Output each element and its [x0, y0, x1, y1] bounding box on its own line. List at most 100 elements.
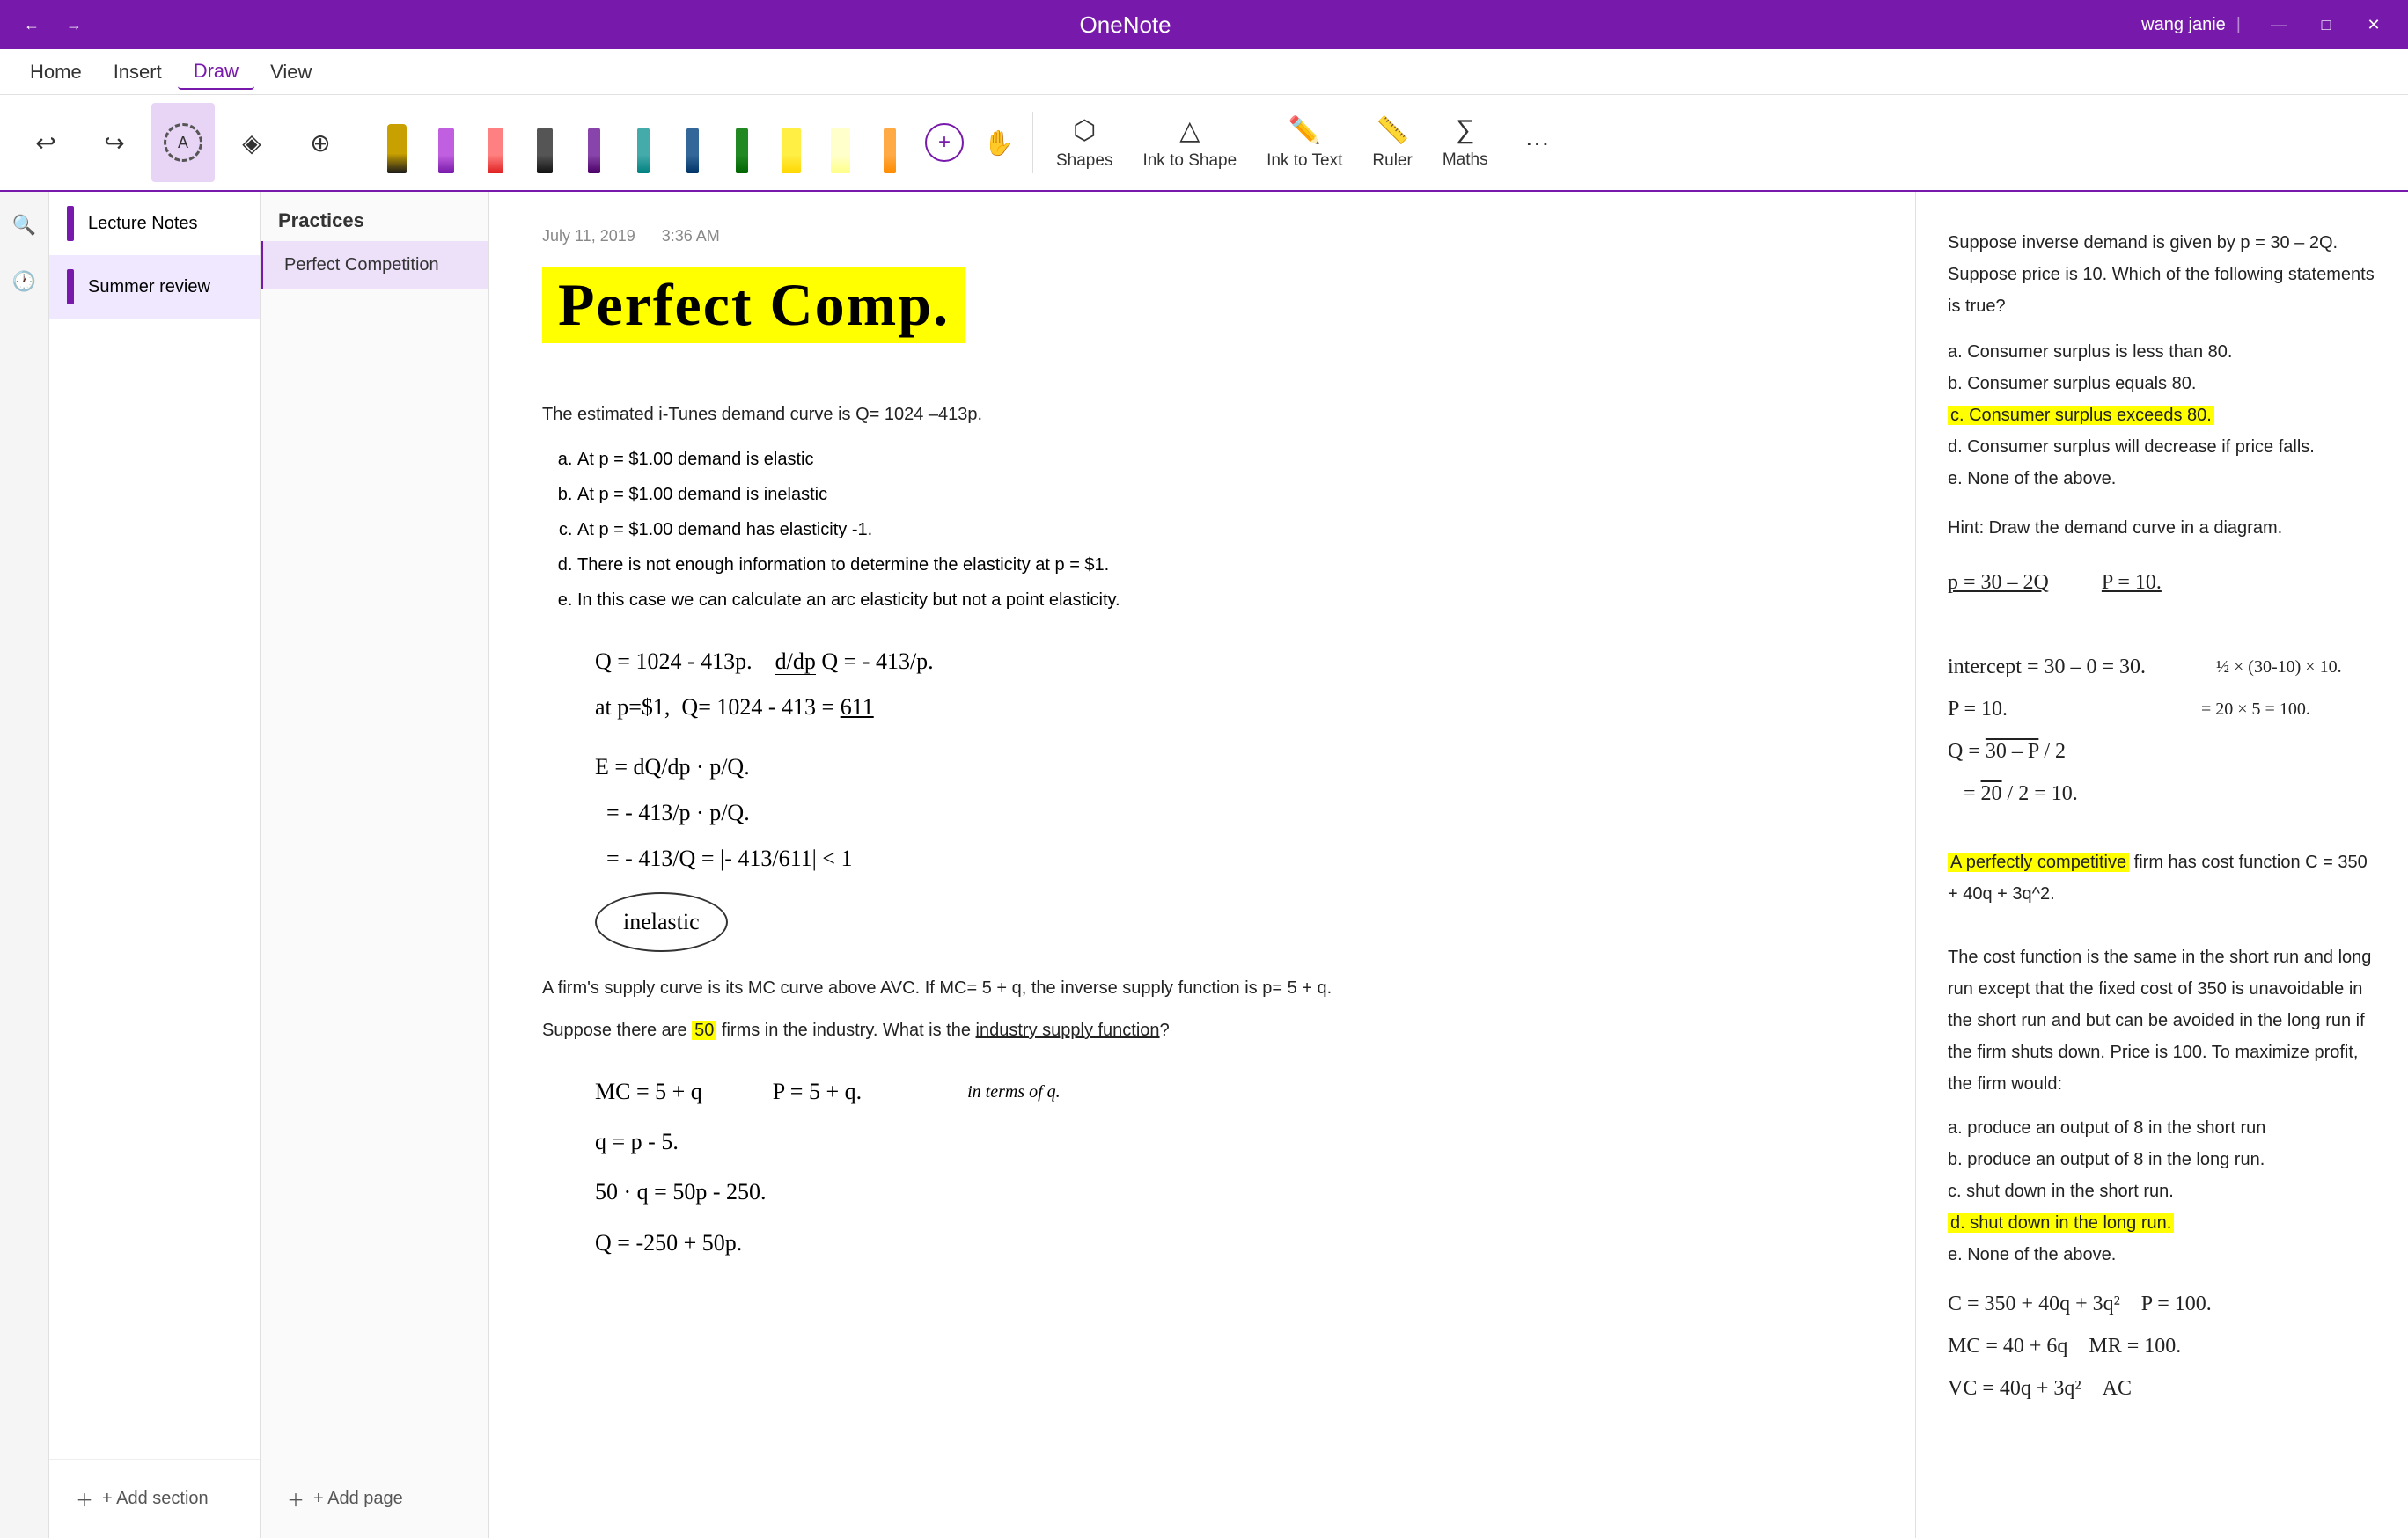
dark-green-pen-tool[interactable] [719, 108, 765, 177]
add-page-label: + Add page [313, 1489, 403, 1509]
rp-option-b: b. Consumer surplus equals 80. [1948, 368, 2376, 399]
orange-pen-tool[interactable] [867, 108, 913, 177]
nav-buttons: ← → [14, 7, 92, 42]
shapes-label: Shapes [1056, 151, 1112, 171]
undo-button[interactable]: ↩ [14, 103, 77, 182]
q1-answer-inelastic: inelastic [595, 892, 728, 952]
ruler-button[interactable]: 📏 Ruler [1360, 103, 1424, 182]
hand-tool-button[interactable]: ✋ [976, 120, 1022, 165]
close-button[interactable]: ✕ [2353, 7, 2394, 42]
dark-purple-pen-body [588, 128, 600, 173]
rp-q2-math-vc: VC = 40q + 3q² AC [1948, 1367, 2376, 1410]
rp-math-4: Q = 30 – P / 2 [1948, 730, 2376, 773]
content-time: 3:36 AM [662, 227, 720, 245]
dark-blue-pen-tool[interactable] [670, 108, 716, 177]
black-marker-tool[interactable] [374, 108, 420, 177]
add-page-button[interactable]: ＋ + Add page [278, 1477, 412, 1520]
redo-button[interactable]: ↪ [83, 103, 146, 182]
recent-button[interactable]: 🕐 [5, 262, 44, 301]
rp-q2-math-cost: C = 350 + 40q + 3q² P = 100. [1948, 1283, 2376, 1325]
eraser-button[interactable]: ◈ [220, 103, 283, 182]
section-dot-2 [67, 269, 74, 304]
section-lecture-notes[interactable]: Lecture Notes [49, 192, 260, 255]
q1-math-line2: at p=$1, Q= 1024 - 413 = 611 [595, 685, 1862, 730]
undo-icon: ↩ [35, 128, 55, 157]
q2-math-area: MC = 5 + q P = 5 + q. in terms of q. q =… [595, 1066, 1862, 1268]
sidebar-sections: Lecture Notes Summer review ＋ + Add sect… [49, 192, 261, 1538]
q1-option-c: At p = $1.00 demand has elasticity -1. [577, 512, 1862, 547]
window-controls: — □ ✕ [2258, 7, 2394, 42]
light-yellow-highlighter-tool[interactable] [818, 108, 863, 177]
teal-pen-tool[interactable] [620, 108, 666, 177]
rp-q2-math-mc: MC = 40 + 6q MR = 100. [1948, 1325, 2376, 1367]
q1-math-line4: = - 413/p · p/Q. [595, 790, 1862, 836]
rp-math-2: intercept = 30 – 0 = 30. ½ × (30-10) × 1… [1948, 646, 2376, 688]
light-yellow-highlighter-body [831, 128, 850, 173]
add-section-button[interactable]: ＋ + Add section [67, 1477, 217, 1520]
maths-button[interactable]: ∑ Maths [1430, 103, 1501, 182]
search-button[interactable]: 🔍 [5, 206, 44, 245]
q1-text: The estimated i-Tunes demand curve is Q=… [542, 399, 1862, 429]
orange-pen-body [884, 128, 896, 173]
section-summer-review[interactable]: Summer review [49, 255, 260, 319]
page-perfect-competition-label: Perfect Competition [284, 255, 439, 275]
main-layout: 🔍 🕐 Lecture Notes Summer review ＋ + Add … [0, 192, 2408, 1538]
rp-q2-intro: A perfectly competitive firm has cost fu… [1948, 846, 2376, 910]
q1-option-a: At p = $1.00 demand is elastic [577, 442, 1862, 477]
shapes-button[interactable]: ⬡ Shapes [1044, 103, 1125, 182]
black-marker-body [387, 124, 407, 173]
rp-q2-option-c: c. shut down in the short run. [1948, 1175, 2376, 1207]
section-summer-review-label: Summer review [88, 277, 210, 297]
add-pen-button[interactable]: + [925, 123, 964, 162]
q1-option-e: In this case we can calculate an arc ela… [577, 582, 1862, 618]
toolbar: ↩ ↪ A ◈ ⊕ [0, 95, 2408, 192]
q2-math-line1: MC = 5 + q P = 5 + q. in terms of q. [595, 1066, 1862, 1117]
rp-q2-option-b: b. produce an output of 8 in the long ru… [1948, 1144, 2376, 1175]
eraser-icon: ◈ [242, 128, 261, 157]
q2-text: A firm's supply curve is its MC curve ab… [542, 973, 1862, 1003]
yellow-highlighter-tool[interactable] [768, 108, 814, 177]
menu-home[interactable]: Home [14, 55, 98, 89]
sections-footer: ＋ + Add section [49, 1459, 260, 1538]
back-button[interactable]: ← [14, 7, 49, 42]
dark-purple-pen-tool[interactable] [571, 108, 617, 177]
ink-to-text-icon: ✏️ [1288, 115, 1321, 146]
maths-label: Maths [1443, 150, 1488, 170]
maximize-button[interactable]: □ [2306, 7, 2346, 42]
lasso-button[interactable]: A [151, 103, 215, 182]
hand-icon: ✋ [984, 128, 1015, 157]
purple-pen-tool[interactable] [423, 108, 469, 177]
shapes-icon: ⬡ [1073, 115, 1096, 146]
app-title: OneNote [109, 11, 2141, 39]
dark-pen-tool[interactable] [522, 108, 568, 177]
section-lecture-notes-label: Lecture Notes [88, 214, 198, 234]
rp-answer-c: c. Consumer surplus exceeds 80. [1948, 406, 2214, 425]
title-bar: ← → OneNote wang janie | — □ ✕ [0, 0, 2408, 49]
menu-draw[interactable]: Draw [178, 55, 254, 90]
rp-q2-option-a: a. produce an output of 8 in the short r… [1948, 1112, 2376, 1144]
more-options-button[interactable]: ··· [1506, 103, 1569, 182]
menu-view[interactable]: View [254, 55, 327, 89]
maths-icon: ∑ [1456, 115, 1474, 145]
rp-q2-body: The cost function is the same in the sho… [1948, 941, 2376, 1100]
rp-math-5: = 20 / 2 = 10. [1948, 773, 2376, 815]
forward-button[interactable]: → [56, 7, 92, 42]
yellow-highlighter-body [782, 128, 801, 173]
ink-to-shape-label: Ink to Shape [1142, 151, 1237, 171]
eraser2-button[interactable]: ⊕ [289, 103, 352, 182]
ink-to-shape-button[interactable]: △ Ink to Shape [1130, 103, 1249, 182]
divider-2 [1032, 112, 1033, 173]
ink-to-text-button[interactable]: ✏️ Ink to Text [1254, 103, 1354, 182]
minimize-button[interactable]: — [2258, 7, 2299, 42]
separator: | [2236, 15, 2241, 35]
rp-q2-options: a. produce an output of 8 in the short r… [1948, 1112, 2376, 1271]
page-item-perfect-competition[interactable]: Perfect Competition [261, 241, 488, 289]
ruler-icon: 📏 [1376, 115, 1408, 146]
pages-section-header: Practices [261, 192, 488, 241]
menu-insert[interactable]: Insert [98, 55, 178, 89]
rp-option-d: d. Consumer surplus will decrease if pri… [1948, 431, 2376, 463]
rp-q2-option-d-highlighted: d. shut down in the long run. [1948, 1207, 2376, 1239]
q2-math-line3: 50 · q = 50p - 250. [595, 1167, 1862, 1217]
right-panel: Suppose inverse demand is given by p = 3… [1915, 192, 2408, 1538]
red-pen-tool[interactable] [473, 108, 518, 177]
